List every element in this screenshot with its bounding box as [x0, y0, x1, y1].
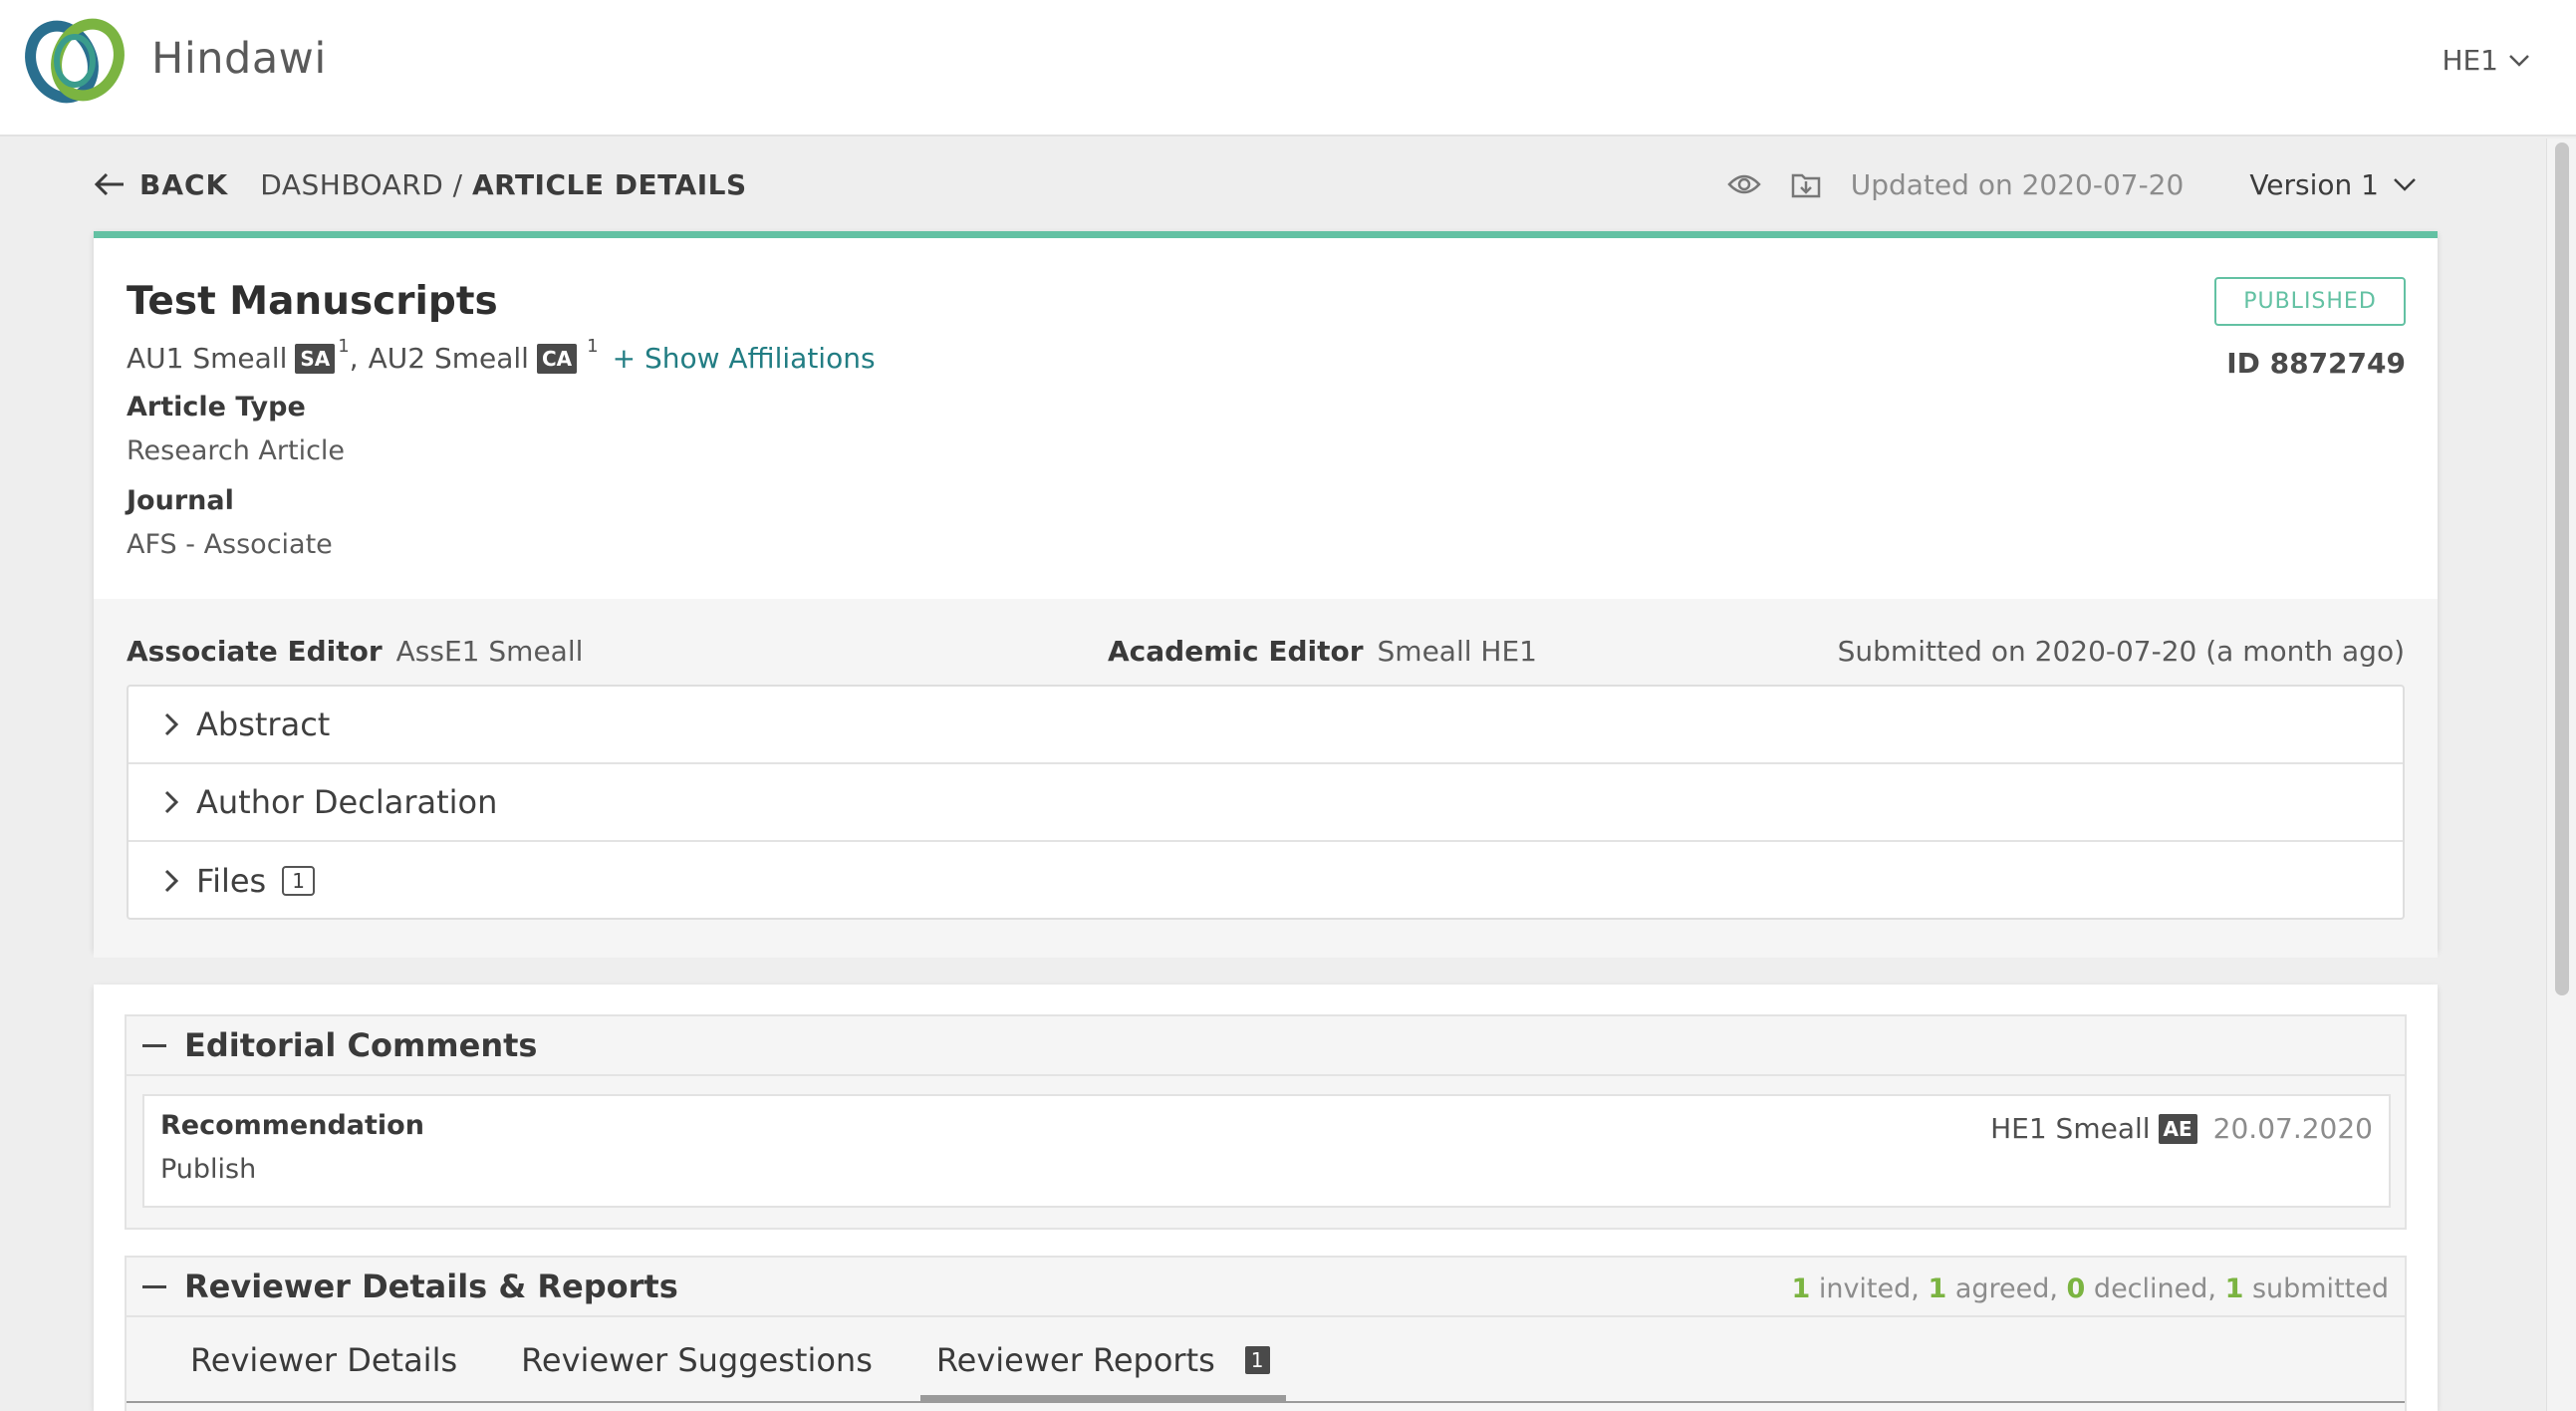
manuscript-id: ID 8872749: [2226, 347, 2406, 380]
review-card: Editorial Comments Recommendation Publis…: [94, 985, 2438, 1411]
recommendation-date: 20.07.2020: [2212, 1112, 2373, 1145]
chevron-down-icon: [2509, 54, 2529, 67]
updated-date: Updated on 2020-07-20: [1850, 167, 2185, 201]
author-role-tag: SA: [295, 343, 336, 374]
submitted-count: 1: [2224, 1273, 2244, 1304]
editorial-comments-section: Editorial Comments Recommendation Publis…: [125, 1014, 2407, 1230]
accordion-label: Files: [196, 862, 267, 900]
author-declaration-accordion[interactable]: Author Declaration: [129, 764, 2403, 842]
editorial-comments-header[interactable]: Editorial Comments: [127, 1016, 2405, 1076]
editors-row: Associate Editor AssE1 Smeall Academic E…: [127, 635, 2405, 668]
breadcrumb-path: DASHBOARD / ARTICLE DETAILS: [260, 168, 746, 201]
status-badge: PUBLISHED: [2214, 277, 2406, 326]
back-label: BACK: [139, 167, 229, 201]
journal-label: Journal: [127, 485, 234, 516]
author-role-tag: CA: [536, 343, 578, 374]
academic-editor-name: Smeall HE1: [1377, 635, 1537, 668]
files-count-badge: 1: [282, 866, 315, 896]
reviewer-stats: 1 invited, 1 agreed, 0 declined, 1 submi…: [1791, 1273, 2389, 1304]
arrow-left-icon: [94, 172, 124, 196]
author-separator: ,: [349, 342, 359, 375]
manuscript-accordion: Abstract Author Declaration Files 1: [127, 685, 2405, 920]
folder-download-icon[interactable]: [1791, 169, 1821, 199]
tabs-divider: [127, 1401, 2405, 1403]
associate-editor-name: AssE1 Smeall: [395, 635, 584, 668]
editors-section: Associate Editor AssE1 Smeall Academic E…: [94, 599, 2438, 958]
invited-count: 1: [1791, 1273, 1811, 1304]
affiliation-number: 1: [587, 336, 599, 357]
recommendation-value: Publish: [160, 1154, 257, 1185]
version-select[interactable]: Version 1: [2249, 168, 2417, 201]
declined-count: 0: [2066, 1273, 2086, 1304]
show-affiliations-link[interactable]: + Show Affiliations: [613, 342, 876, 375]
agreed-count: 1: [1928, 1273, 1947, 1304]
files-accordion[interactable]: Files 1: [129, 842, 2403, 920]
section-title: Reviewer Details & Reports: [184, 1268, 678, 1305]
user-menu-label: HE1: [2442, 44, 2498, 77]
brand-name[interactable]: Hindawi: [151, 34, 327, 84]
scrollbar-thumb[interactable]: [2555, 142, 2569, 995]
hindawi-logo-icon[interactable]: [20, 18, 131, 104]
eye-icon[interactable]: [1727, 172, 1761, 196]
section-title: Editorial Comments: [184, 1026, 538, 1064]
recommendation-label: Recommendation: [160, 1110, 424, 1141]
chevron-right-icon: [164, 790, 178, 814]
associate-editor-label: Associate Editor: [127, 635, 383, 668]
manuscript-title: Test Manuscripts: [127, 279, 498, 324]
reviewer-tabs: Reviewer Details Reviewer Suggestions Re…: [127, 1317, 2405, 1403]
page-scrollbar[interactable]: [2546, 139, 2576, 1411]
submitted-date: Submitted on 2020-07-20 (a month ago): [1837, 635, 2405, 668]
collapse-icon: [142, 1043, 166, 1047]
author-name: AU2 Smeall: [368, 342, 529, 375]
abstract-accordion[interactable]: Abstract: [129, 687, 2403, 764]
tab-label: Reviewer Reports: [935, 1341, 1215, 1379]
recommendation-meta: HE1 Smeall AE 20.07.2020: [1990, 1112, 2373, 1145]
reviewer-details-section: Reviewer Details & Reports 1 invited, 1 …: [125, 1256, 2407, 1411]
accordion-label: Abstract: [196, 706, 331, 743]
editor-role-tag: AE: [2158, 1113, 2197, 1144]
article-type-value: Research Article: [127, 435, 346, 466]
breadcrumb: BACK DASHBOARD / ARTICLE DETAILS: [94, 164, 747, 204]
editor-name: HE1 Smeall: [1990, 1112, 2151, 1145]
tab-reviewer-suggestions[interactable]: Reviewer Suggestions: [521, 1317, 873, 1403]
article-meta-bar: Updated on 2020-07-20 Version 1: [1727, 164, 2417, 204]
journal-value: AFS - Associate: [127, 529, 333, 560]
back-button[interactable]: BACK: [94, 168, 228, 201]
tab-reviewer-reports[interactable]: Reviewer Reports 1: [919, 1317, 1286, 1403]
recommendation-card: Recommendation Publish HE1 Smeall AE 20.…: [142, 1094, 2391, 1208]
top-navbar: Hindawi HE1: [0, 0, 2576, 137]
reports-count-badge: 1: [1244, 1346, 1270, 1374]
chevron-right-icon: [164, 712, 178, 736]
tab-reviewer-details[interactable]: Reviewer Details: [190, 1317, 457, 1403]
agreed-label: agreed,: [1946, 1273, 2067, 1304]
manuscript-card: Test Manuscripts PUBLISHED AU1 Smeall SA…: [94, 231, 2438, 958]
tab-label: Reviewer Details: [190, 1341, 458, 1379]
affiliation-number: 1: [338, 336, 350, 357]
user-menu[interactable]: HE1: [2442, 44, 2530, 77]
academic-editor-label: Academic Editor: [1108, 635, 1364, 668]
author-name: AU1 Smeall: [127, 342, 288, 375]
chevron-down-icon: [2394, 178, 2416, 191]
breadcrumb-dashboard[interactable]: DASHBOARD /: [260, 168, 472, 201]
article-type-label: Article Type: [127, 392, 306, 423]
submitted-label: submitted: [2243, 1273, 2389, 1304]
breadcrumb-current: ARTICLE DETAILS: [471, 167, 747, 201]
author-list: AU1 Smeall SA 1 , AU2 Smeall CA 1 + Show…: [127, 336, 876, 375]
declined-label: declined,: [2085, 1273, 2225, 1304]
tab-label: Reviewer Suggestions: [521, 1341, 873, 1379]
collapse-icon: [142, 1284, 166, 1288]
version-label: Version 1: [2249, 167, 2379, 201]
invited-label: invited,: [1810, 1273, 1929, 1304]
accordion-label: Author Declaration: [196, 783, 498, 821]
chevron-right-icon: [164, 869, 178, 893]
